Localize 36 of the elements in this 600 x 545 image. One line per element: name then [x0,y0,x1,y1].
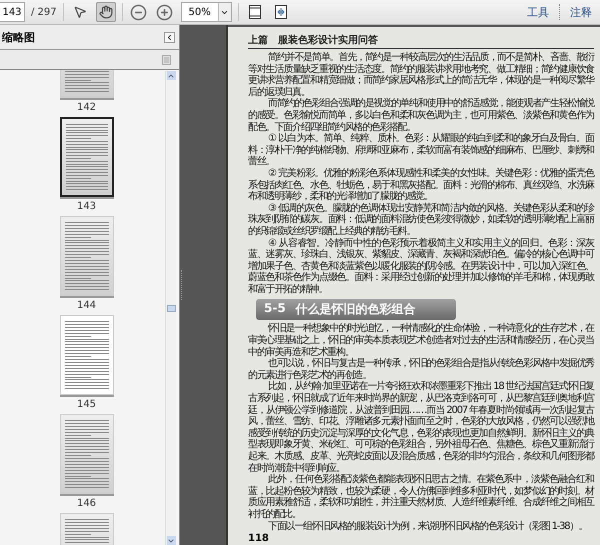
paragraph: 下面以一组怀旧风格的服装设计为例，来说明怀旧风格的色彩设计（彩图 1-38）。 [267,520,588,532]
zoom-out-icon[interactable] [128,2,149,22]
tools-link[interactable]: 工具 [523,4,553,20]
collapse-icon[interactable] [164,32,175,42]
comment-link[interactable]: 注释 [566,4,596,20]
paragraph: 而简约的色彩组合强调的是视觉的单纯和使用中的舒适感觉，能使观者产生轻松愉悦的感受。色彩愉悦而简单，多以白色和柔和灰色调为主，也可用紫色、淡紫色和黄色作为配色。下面介绍四组简约风格的色彩搭配。 [248,98,594,133]
panel-title: 缩略图 [2,30,35,44]
page-number-label: 144 [76,300,96,311]
running-head: 上篇 服装色彩设计实用问答 [248,33,594,49]
scrollbar-thumb[interactable] [166,304,176,312]
zoom-in-icon[interactable] [154,2,175,22]
scrollbar[interactable] [165,71,176,545]
scroll-up-icon[interactable] [166,71,176,80]
paragraph: ① 以白为本。简单、纯粹、质朴。色彩：从耀眼的纯白到柔和的象牙白及骨白。面料：淳朴干净的纯棉织物、府绸和亚麻布，柔软而富有装饰感的细麻布、巴厘纱、刺绣和蕾丝。 [248,133,594,168]
zoom-field[interactable]: 50% [180,2,232,22]
section-number: 5-5 [264,301,286,318]
hand-tool-icon[interactable] [96,2,116,22]
paragraph: 怀旧是一种想象中的时光追忆，一种情感化的生命体验，一种诗意化的生存艺术，在审美心理基础之上，怀旧的审美本质表现艺术创造者对过去的生活和情感经历，在心灵当中的审美再造和艺术重构。 [248,323,594,358]
paragraph: ④ 从容睿智。冷静而中性的色彩预示着极简主义和实用主义的回归。色彩：深灰蓝、迷雾灰、珍珠白、浅银灰、紫貂皮、深藏青、灰褐和深琥珀色。偏冷的核心色调中可增加果子色、杏黄色和淡蓝紫色以暖化服装的阴冷感。在男装设计中，可以加入深红色、蔚蓝色和茶色作为点缀色。面料：采用经过创新的处理并加以修饰的羊毛和棉，体现勇敢和富于开拓的精神。 [248,238,594,296]
section-title: 什么是怀旧的色彩组合 [296,301,416,318]
paragraph: 比如，从约翰·加里亚诺在一片夸张狂欢和浓墨重彩下推出 18 世纪法国宫廷式怀旧复古系列起，怀旧就成了近年来时尚界的新宠，从巴洛克到洛可可，从巴黎宫廷到奥地利宫廷，从伊顿公学到修道院，从波普到田园……而当 2007 年春夏时尚领域再一次刮起复古风，蕾丝、雪纺、印花、浮雕诸多元素扑面而至之时，色彩的大放风格，仍然可以强烈地感受到传统的历史沉淀与深厚的文化气息，色彩的表现也更加自然鲜明。新怀旧主义的典型表现即象牙黄、米砂红、可可棕的色彩组合，另外祖母石色、焦糖色、棕色又重新流行起来。木质感、皮革、光亮蛇皮面以及混合质感，色彩的非均匀混合，条纹和几何图形都在时尚潮流中得到响应。 [248,381,594,474]
page-number-label: 143 [76,201,96,212]
page-number: 118 [248,533,270,544]
page-number-field[interactable]: 143 [0,2,25,22]
paragraph: ③ 低调的灰色。朦胧的色调体现出安静芜和简洁内敛的风格。关键色彩从柔和的珍珠灰到阴郁的碳灰。面料：低调的面料混纺使色彩变得微妙，如柔软的透明薄纱配上富丽的织锦缎或丝织罗缎配上经典的精纺毛料。 [248,202,594,238]
paragraph: ② 完美粉彩。优雅的粉彩色系体现感性和柔美的女性味。关键色彩：优雅的蛋壳色系包括肉红色、水色、牡蛎色，易于和黑灰搭配。面料：光滑的棉布、真丝双绉、水洗麻布和透明薄纱，柔和的光泽增加了朦胧的感觉。 [248,168,594,202]
page-number-label: 142 [76,102,96,113]
paragraph: 也可以说，怀旧与复古是一种传承，怀旧的色彩组合是指从传统色彩风格中发掘优秀的元素进行色彩艺术的再创造。 [248,358,594,381]
page-number-label: 146 [76,498,96,509]
paragraph: 简约并不是简单。首先，简约是一种较高层次的生活品质，而不是简朴、吝啬、散衍等对生活质量缺乏重视的生活态度。简约的服装讲求用地考究、做工精细；简约健康饮食更讲求营养配置和精宽细做；而简约家居风格形式上的简洁无华，体现的是一种阅尽繁华后的返璞归真。 [248,52,594,98]
page-thumbnail[interactable] [60,117,114,197]
paragraph: 此外，任何色彩搭配淡紫色都能表现怀旧思古之情。在紫色系中，淡紫色融合红和蓝，比起粉色较为精致，也较为柔硬，令人仿佛回到维多利亚时代，如梦似幻的时刻。材质应用素雅舒适，柔软和功能性，并注重天然材质、人造纤维素纤维、合成纤维之间相互衬托的配比。 [248,474,594,520]
page-count: / 297 [31,6,57,18]
dropdown-caret-icon[interactable] [218,3,231,21]
scroll-down-icon[interactable] [166,536,176,545]
page-number-label: 145 [76,399,96,410]
